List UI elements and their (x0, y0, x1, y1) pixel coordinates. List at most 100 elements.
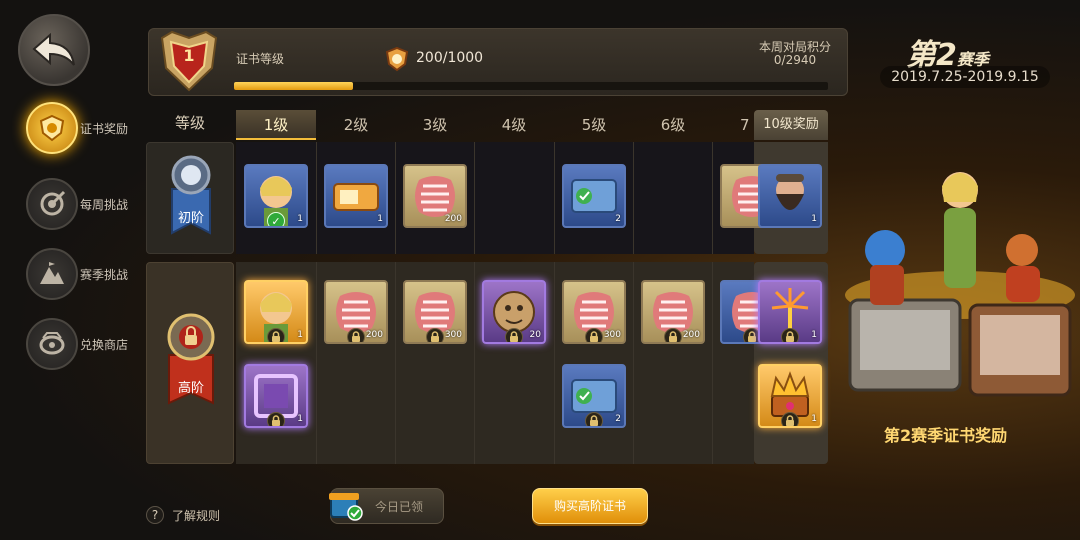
daily-claim-text: 今日已领 (374, 499, 423, 514)
nav-label: 每周挑战 (80, 197, 129, 212)
nav-label: 证书奖励 (80, 121, 129, 136)
xp-medal-icon (384, 46, 410, 72)
reward-item-gem[interactable]: 300 (562, 280, 626, 344)
reward-item-crown-chest[interactable]: 1 (758, 364, 822, 428)
advanced-tier-label-panel: 高阶 (146, 262, 234, 464)
certificate-level-badge: 1 (158, 28, 220, 94)
column-separator (633, 142, 634, 254)
reward-item-hero[interactable]: 1 ✓ (244, 164, 308, 228)
basic-tier-banner-icon (171, 155, 211, 235)
lock-icon (505, 328, 523, 342)
basic-tier-text: 初阶 (177, 211, 204, 226)
item-quantity: 200 (444, 214, 462, 224)
item-quantity: 2 (615, 214, 621, 224)
item-quantity: 300 (603, 330, 621, 340)
tab-level-10-reward[interactable]: 10级奖励 (754, 110, 828, 140)
item-quantity: 1 (811, 214, 817, 224)
reward-item-avatar[interactable]: 20 (482, 280, 546, 344)
tab-level-2[interactable]: 2级 (316, 110, 396, 140)
advanced-tier-text: 高阶 (177, 381, 204, 396)
column-separator (712, 262, 713, 464)
lock-icon (426, 328, 444, 342)
item-quantity: 200 (682, 330, 700, 340)
reward-item-hero[interactable]: 1 (244, 280, 308, 344)
item-quantity: 1 (297, 330, 303, 340)
reward-item-card[interactable]: 2 (562, 364, 626, 428)
weekly-points-value: 0/2940 (773, 53, 817, 67)
column-separator (633, 262, 634, 464)
reward-item-gem[interactable]: 200 (324, 280, 388, 344)
reward-item-card[interactable]: 2 (562, 164, 626, 228)
season-dates: 2019.7.25-2019.9.15 (880, 66, 1050, 88)
column-separator (316, 142, 317, 254)
lock-icon (585, 328, 603, 342)
reward-item-frame[interactable]: 1 (244, 364, 308, 428)
buy-advanced-certificate-button[interactable]: 购买高阶证书 (532, 488, 648, 524)
certificate-level-label: 证书等级 (236, 52, 285, 66)
gift-box-icon (329, 493, 363, 521)
item-quantity: 1 (811, 414, 817, 424)
certificate-icon (26, 102, 78, 154)
basic-tier-flag: 初阶 (164, 153, 218, 243)
column-separator (712, 142, 713, 254)
level-column-header: 等级 (174, 114, 205, 132)
reward-item-dwarf-hero[interactable]: 1 (758, 164, 822, 228)
lock-icon (347, 328, 365, 342)
column-separator (554, 142, 555, 254)
tab-level-5[interactable]: 5级 (554, 110, 634, 140)
reward-item-gem[interactable]: 300 (403, 280, 467, 344)
reward-item-fireworks[interactable]: 1 (758, 280, 822, 344)
xp-value: 200/1000 (416, 50, 484, 66)
tab-level-3[interactable]: 3级 (395, 110, 475, 140)
tab-level-6[interactable]: 6级 (633, 110, 713, 140)
mountain-icon (26, 248, 78, 300)
item-quantity: 20 (529, 330, 541, 340)
lock-icon (781, 412, 799, 426)
tab-level-7[interactable]: 7级 (712, 110, 754, 140)
column-separator (395, 142, 396, 254)
reward-item-gem[interactable]: 200 (641, 280, 705, 344)
claimed-check-icon: ✓ (267, 212, 285, 226)
shop-icon (26, 318, 78, 370)
xp-progress-bar (234, 82, 828, 90)
season-promo-art (830, 130, 1080, 420)
item-quantity: 1 (811, 330, 817, 340)
lock-icon (267, 328, 285, 342)
daily-claim-button[interactable]: 今日已领 (329, 488, 444, 524)
item-quantity: 1 (297, 414, 303, 424)
nav-item-weekly-challenge[interactable]: 每周挑战 (26, 176, 146, 232)
back-arrow-icon (32, 33, 75, 66)
xp-progress-fill (234, 82, 353, 90)
item-quantity: 1 (377, 214, 383, 224)
advanced-tier-flag: 高阶 (159, 311, 223, 415)
promo-caption: 第2赛季证书奖励 (884, 426, 1008, 445)
item-quantity: 300 (444, 330, 462, 340)
help-icon: ? (146, 506, 164, 524)
reward-item-gem[interactable]: 200 (403, 164, 467, 228)
reward-item-ticket[interactable]: 1 (324, 164, 388, 228)
item-quantity: 1 (297, 214, 303, 224)
item-quantity: 2 (615, 414, 621, 424)
lock-icon (781, 328, 799, 342)
badge-level: 1 (183, 46, 195, 65)
rules-text: 了解规则 (172, 508, 221, 523)
rules-link[interactable]: ? 了解规则 (146, 506, 220, 524)
nav-label: 赛季挑战 (80, 267, 129, 282)
column-separator (474, 262, 475, 464)
nav-item-season-challenge[interactable]: 赛季挑战 (26, 246, 146, 302)
season-certificate-screen: 证书奖励 每周挑战 赛季挑战 兑换商店 1 证书等级 200/1000 本周对局… (0, 0, 1080, 540)
nav-label: 兑换商店 (80, 337, 129, 352)
column-separator (395, 262, 396, 464)
tab-level-4[interactable]: 4级 (474, 110, 554, 140)
back-button[interactable] (18, 14, 90, 86)
tab-level-1[interactable]: 1级 (236, 110, 316, 140)
lock-icon (585, 412, 603, 426)
advanced-tier-banner-icon (167, 313, 215, 405)
lock-icon (664, 328, 682, 342)
column-separator (316, 262, 317, 464)
column-separator (554, 262, 555, 464)
column-separator (474, 142, 475, 254)
nav-item-certificate-rewards[interactable]: 证书奖励 (26, 100, 146, 156)
basic-rewards-row (236, 142, 754, 254)
nav-item-exchange-shop[interactable]: 兑换商店 (26, 316, 146, 372)
